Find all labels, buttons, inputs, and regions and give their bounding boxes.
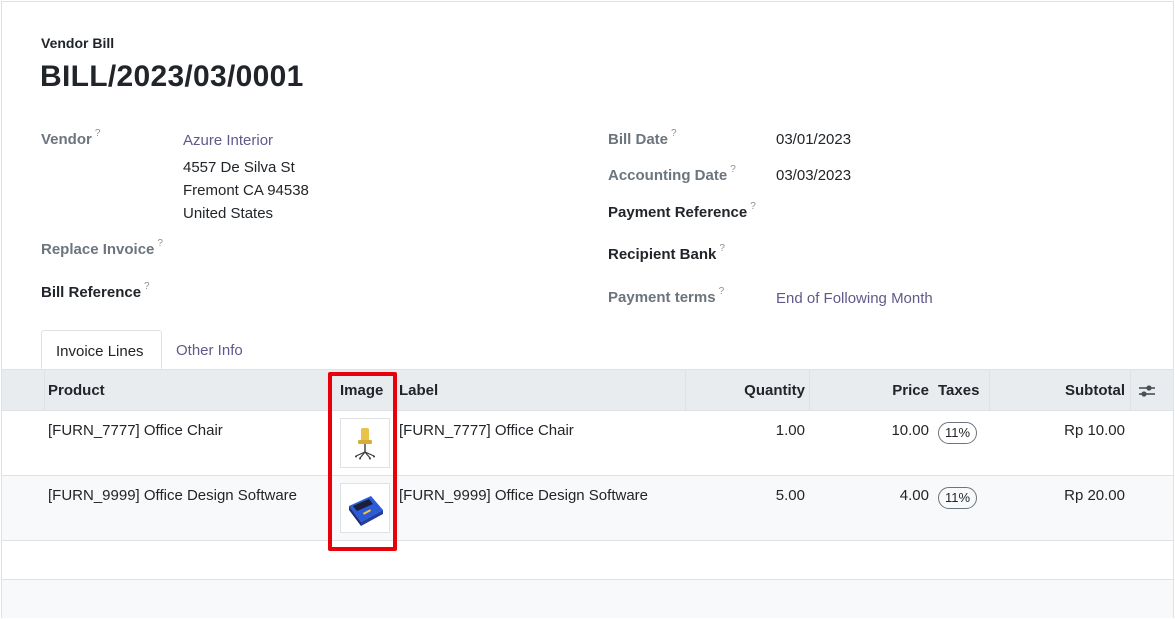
bill-date-label: Bill Date? <box>608 128 677 148</box>
empty-row <box>2 541 1173 580</box>
column-product[interactable]: Product <box>48 370 105 411</box>
cell-quantity[interactable]: 5.00 <box>685 487 805 504</box>
help-icon[interactable]: ? <box>157 238 163 249</box>
vendor-address: 4557 De Silva St Fremont CA 94538 United… <box>183 156 309 225</box>
help-icon[interactable]: ? <box>95 128 101 139</box>
software-box-image[interactable] <box>340 483 390 533</box>
empty-row <box>2 580 1173 618</box>
address-line: Fremont CA 94538 <box>183 182 309 199</box>
payment-reference-label: Payment Reference? <box>608 201 756 221</box>
column-subtotal[interactable]: Subtotal <box>989 370 1125 411</box>
payment-terms-label: Payment terms? <box>608 286 725 306</box>
column-divider <box>1130 370 1131 410</box>
tax-badge[interactable]: 11% <box>938 487 978 509</box>
cell-subtotal: Rp 10.00 <box>1064 422 1125 439</box>
cell-price[interactable]: 10.00 <box>809 422 929 439</box>
tax-badge[interactable]: 11% <box>938 422 978 444</box>
bill-date-value[interactable]: 03/01/2023 <box>776 131 851 148</box>
optional-columns-icon[interactable] <box>1138 382 1156 400</box>
cell-product[interactable]: [FURN_9999] Office Design Software <box>48 487 297 504</box>
bill-number-title: BILL/2023/03/0001 <box>40 60 304 93</box>
office-chair-icon <box>355 428 375 460</box>
vendor-label: Vendor? <box>41 128 101 148</box>
help-icon[interactable]: ? <box>671 128 677 139</box>
accounting-date-label: Accounting Date? <box>608 164 736 184</box>
tab-invoice-lines[interactable]: Invoice Lines <box>41 330 162 371</box>
table-row[interactable]: [FURN_7777] Office Chair [FURN_7777] Off… <box>2 411 1173 476</box>
help-icon[interactable]: ? <box>730 164 736 175</box>
vendor-bill-form: Vendor Bill BILL/2023/03/0001 Vendor? Az… <box>1 1 1174 618</box>
cell-price[interactable]: 4.00 <box>809 487 929 504</box>
tab-other-info[interactable]: Other Info <box>162 330 257 371</box>
help-icon[interactable]: ? <box>719 286 725 297</box>
help-icon[interactable]: ? <box>719 243 725 254</box>
cell-quantity[interactable]: 1.00 <box>685 422 805 439</box>
table-header: Product Image Label Quantity Price Taxes… <box>2 369 1173 411</box>
cell-subtotal: Rp 20.00 <box>1064 487 1125 504</box>
help-icon[interactable]: ? <box>750 201 756 212</box>
bill-reference-label: Bill Reference? <box>41 281 150 301</box>
column-taxes[interactable]: Taxes <box>938 370 979 411</box>
cell-label[interactable]: [FURN_9999] Office Design Software <box>399 487 648 504</box>
software-box-icon <box>349 496 383 526</box>
cell-label[interactable]: [FURN_7777] Office Chair <box>399 422 574 439</box>
help-icon[interactable]: ? <box>144 281 150 292</box>
payment-terms-value[interactable]: End of Following Month <box>776 290 933 307</box>
column-price[interactable]: Price <box>809 370 929 411</box>
cell-product[interactable]: [FURN_7777] Office Chair <box>48 422 223 439</box>
address-line: 4557 De Silva St <box>183 159 295 176</box>
table-row[interactable]: [FURN_9999] Office Design Software [FURN… <box>2 476 1173 541</box>
replace-invoice-label: Replace Invoice? <box>41 238 163 258</box>
invoice-lines-table: Product Image Label Quantity Price Taxes… <box>2 369 1173 618</box>
document-type: Vendor Bill <box>41 35 115 51</box>
address-line: United States <box>183 205 274 222</box>
column-image[interactable]: Image <box>340 370 383 411</box>
column-divider <box>44 370 45 410</box>
office-chair-image[interactable] <box>340 418 390 468</box>
column-label[interactable]: Label <box>399 370 438 411</box>
notebook-tabs: Invoice Lines Other Info <box>2 330 1173 371</box>
recipient-bank-label: Recipient Bank? <box>608 243 725 263</box>
accounting-date-value[interactable]: 03/03/2023 <box>776 167 851 184</box>
vendor-link[interactable]: Azure Interior <box>183 132 273 149</box>
column-quantity[interactable]: Quantity <box>685 370 805 411</box>
